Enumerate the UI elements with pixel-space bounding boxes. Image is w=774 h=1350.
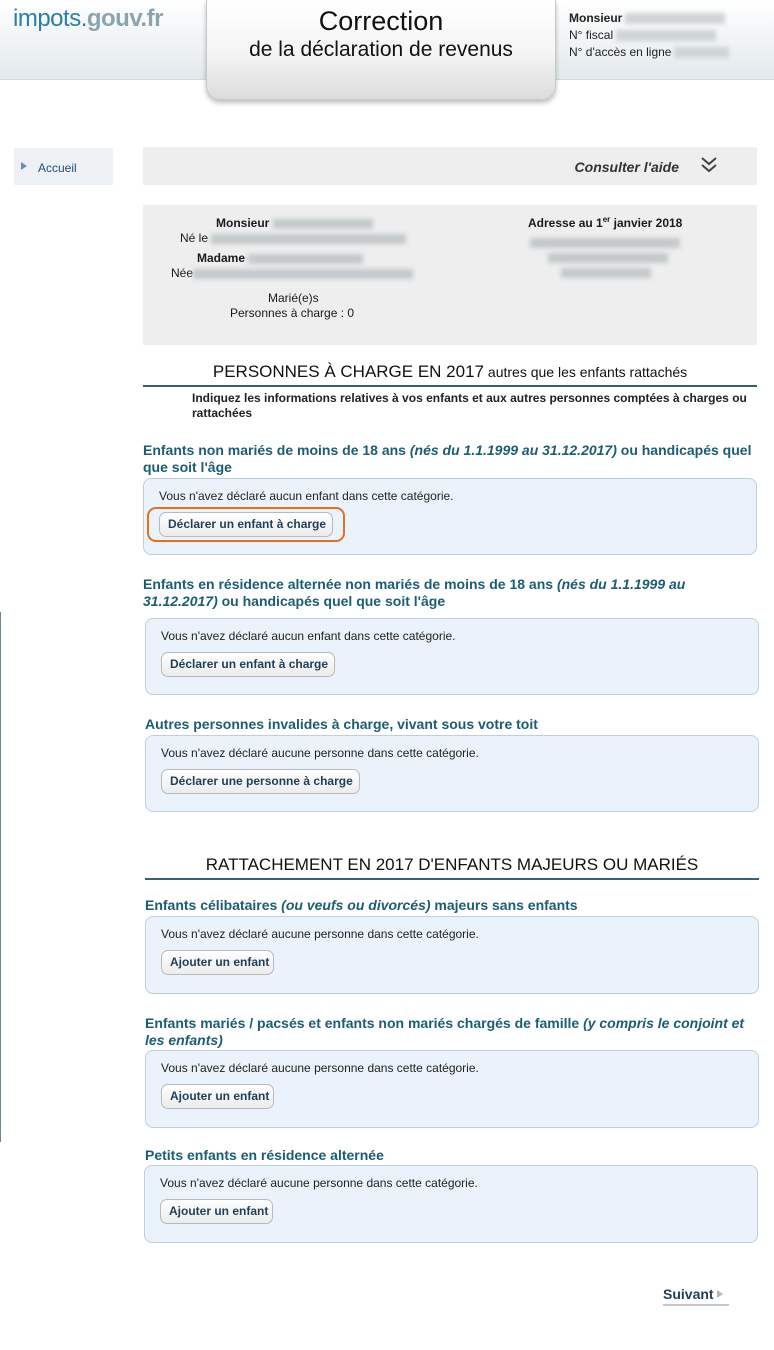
section-heading-dependents: PERSONNES À CHARGE EN 2017 autres que le… [143, 362, 757, 387]
marital-status: Marié(e)s [268, 291, 319, 305]
redacted-address [561, 265, 651, 279]
category-card: Vous n'avez déclaré aucune personne dans… [145, 1050, 759, 1128]
page-subtitle: de la déclaration de revenus [249, 38, 513, 61]
page-title: Correction [318, 6, 444, 36]
category-title: Enfants mariés / pacsés et enfants non m… [145, 1015, 745, 1048]
redacted-address [530, 235, 680, 249]
redacted-name [272, 218, 373, 229]
chevron-double-down-icon[interactable] [697, 153, 721, 177]
category-title: Petits enfants en résidence alternée [145, 1147, 384, 1163]
declare-alternate-child-button[interactable]: Déclarer un enfant à charge [161, 652, 335, 677]
category-card: Vous n'avez déclaré aucun enfant dans ce… [143, 478, 757, 555]
category-card: Vous n'avez déclaré aucune personne dans… [145, 916, 759, 994]
declare-child-button[interactable]: Déclarer un enfant à charge [159, 512, 333, 537]
madame-row: Madame [197, 251, 364, 265]
nav-home-label: Accueil [38, 161, 77, 175]
category-card: Vous n'avez déclaré aucun enfant dans ce… [145, 618, 759, 695]
fiscal-label: N° fiscal [569, 28, 614, 42]
triangle-right-icon [716, 1290, 723, 1298]
section-heading-attachment: RATTACHEMENT EN 2017 D'ENFANTS MAJEURS O… [145, 855, 759, 880]
instructions-text: Indiquez les informations relatives à vo… [192, 391, 747, 420]
dependents-count: Personnes à charge : 0 [230, 306, 355, 320]
category-title: Enfants en résidence alternée non mariés… [143, 576, 686, 609]
category-title: Autres personnes invalides à charge, viv… [145, 716, 538, 732]
redacted-access [674, 47, 730, 59]
redacted-name [625, 13, 726, 25]
empty-message: Vous n'avez déclaré aucun enfant dans ce… [159, 489, 454, 503]
help-bar[interactable]: Consulter l'aide [143, 147, 757, 185]
access-label: N° d'accès en ligne [569, 45, 672, 59]
madame-birth-row: Née [171, 266, 414, 280]
declare-person-button[interactable]: Déclarer une personne à charge [161, 769, 360, 794]
user-label: Monsieur [569, 11, 623, 25]
add-child-button[interactable]: Ajouter un enfant [161, 950, 274, 975]
redacted-birth [211, 233, 407, 244]
identity-panel: Monsieur Né le Madame Née Marié(e)s Pers… [143, 205, 757, 345]
redacted-name [248, 253, 364, 264]
triangle-right-icon [21, 162, 27, 170]
empty-message: Vous n'avez déclaré aucun enfant dans ce… [161, 629, 456, 643]
monsieur-birth-row: Né le [180, 231, 407, 245]
empty-message: Vous n'avez déclaré aucune personne dans… [161, 1061, 479, 1075]
left-divider [0, 612, 1, 1142]
monsieur-row: Monsieur [216, 216, 373, 230]
add-married-child-button[interactable]: Ajouter un enfant [161, 1084, 274, 1109]
next-button[interactable]: Suivant [663, 1286, 729, 1306]
empty-message: Vous n'avez déclaré aucune personne dans… [161, 746, 479, 760]
nav-home-link[interactable]: Accueil [14, 148, 113, 185]
empty-message: Vous n'avez déclaré aucune personne dans… [160, 1176, 478, 1190]
add-grandchild-button[interactable]: Ajouter un enfant [160, 1199, 273, 1224]
redacted-fiscal [616, 30, 717, 42]
category-card: Vous n'avez déclaré aucune personne dans… [145, 735, 759, 812]
category-title: Enfants non mariés de moins de 18 ans (n… [143, 442, 752, 475]
redacted-address [548, 250, 668, 264]
empty-message: Vous n'avez déclaré aucune personne dans… [161, 927, 479, 941]
address-label: Adresse au 1er janvier 2018 [528, 215, 683, 230]
site-logo[interactable]: impots.gouv.fr [13, 5, 163, 33]
redacted-birth [193, 268, 414, 279]
page-title-box: Correction de la déclaration de revenus [206, 0, 556, 100]
category-card: Vous n'avez déclaré aucune personne dans… [144, 1165, 758, 1243]
help-link[interactable]: Consulter l'aide [575, 159, 679, 175]
next-label: Suivant [663, 1286, 714, 1302]
category-title: Enfants célibataires (ou veufs ou divorc… [145, 897, 578, 913]
user-info: Monsieur N° fiscal N° d'accès en ligne [569, 10, 730, 61]
